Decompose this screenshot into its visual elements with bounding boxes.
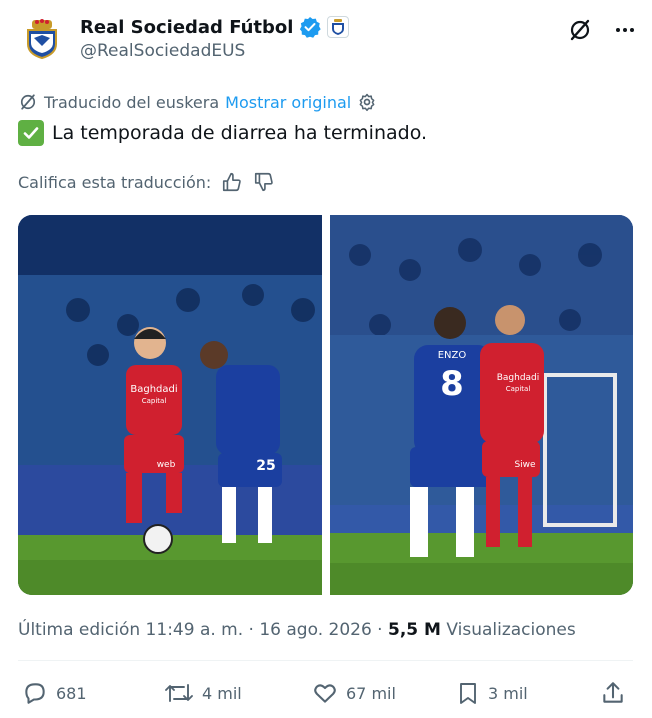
media-grid: Baghdadi Capital web 25 ENZO 8 Baghdadi … [18,215,633,595]
like-count: 67 mil [346,683,396,703]
bookmark-button[interactable]: 3 mil [456,680,528,706]
tweet-text: La temporada de diarrea ha terminado. [52,122,428,144]
repost-count: 4 mil [202,683,242,703]
settings-icon[interactable] [357,92,377,112]
display-name[interactable]: Real Sociedad Fútbol [80,17,293,38]
rate-label: Califica esta traducción: [18,172,212,192]
show-original-link[interactable]: Mostrar original [225,93,351,112]
left-sponsor-text: Baghdadi [130,384,177,395]
right-player-name: ENZO [437,350,466,361]
views-count: 5,5 M [388,620,441,640]
divider [18,660,633,661]
affiliate-badge-icon[interactable] [327,16,350,38]
edited-timestamp[interactable]: Última edición 11:49 a. m. · 16 ago. 202… [18,620,383,640]
right-sponsor-text: Baghdadi [496,373,539,383]
reply-count: 681 [56,683,87,703]
share-button[interactable] [600,680,626,706]
repost-button[interactable]: 4 mil [164,680,242,706]
left-sponsor-sub-text: Capital [142,397,167,405]
share-icon [603,682,623,703]
verified-badge-icon[interactable] [299,16,322,38]
club-crest-icon [27,19,57,60]
handle[interactable]: @RealSociedadEUS [80,41,349,61]
translation-note: Traducido del euskera Mostrar original [18,92,377,112]
translate-icon [20,94,36,110]
avatar[interactable] [18,14,66,62]
check-mark-emoji-icon [18,120,44,146]
left-opponent-number: 25 [256,458,275,474]
more-icon[interactable] [614,19,636,41]
repost-icon [165,684,193,702]
right-player-number: 8 [440,364,464,404]
bookmark-icon [460,683,476,704]
right-sponsor-sub-text: Capital [505,385,530,393]
thumbs-down-icon[interactable] [253,171,275,193]
left-shorts-text: web [157,460,176,470]
photo-left[interactable]: Baghdadi Capital web 25 [18,215,322,595]
views-label: Visualizaciones [446,620,576,640]
like-icon [314,684,336,703]
action-bar: 681 4 mil 67 mil 3 mil [22,680,632,714]
tweet-meta: Última edición 11:49 a. m. · 16 ago. 202… [18,620,576,640]
thumbs-up-icon[interactable] [221,171,243,193]
tweet-body: La temporada de diarrea ha terminado. [18,120,427,146]
right-shorts-text: Siwe [514,460,536,470]
reply-button[interactable]: 681 [22,680,87,706]
like-button[interactable]: 67 mil [312,680,396,706]
grok-icon[interactable] [568,18,592,42]
translation-label: Traducido del euskera [44,92,220,112]
tweet-header: Real Sociedad Fútbol @RealSociedadEUS [18,10,638,70]
photo-right[interactable]: ENZO 8 Baghdadi Capital Siwe [329,215,634,595]
reply-icon [25,683,45,704]
bookmark-count: 3 mil [488,683,528,703]
rate-translation: Califica esta traducción: [18,171,275,193]
